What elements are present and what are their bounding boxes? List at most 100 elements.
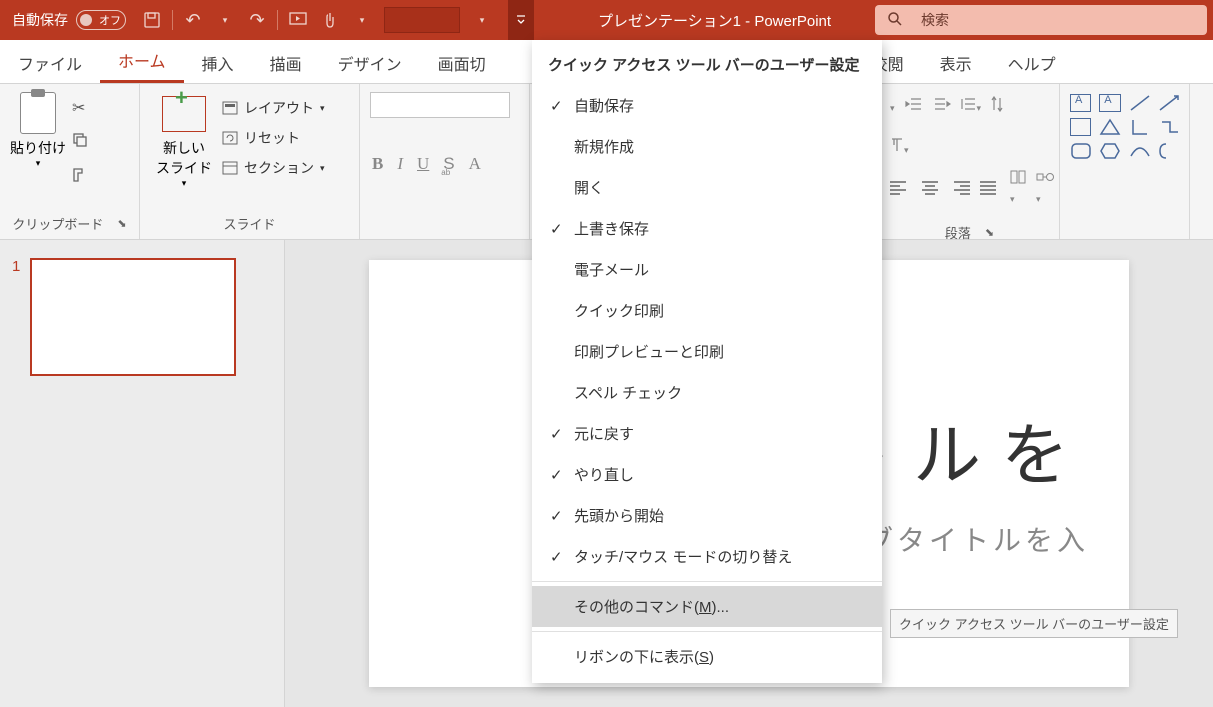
shape-rounded-icon[interactable] — [1070, 142, 1091, 160]
undo-icon[interactable]: ↶ — [177, 4, 209, 36]
menu-item-label: 自動保存 — [574, 95, 634, 116]
align-right-icon[interactable] — [950, 181, 970, 197]
menu-item-label: 電子メール — [574, 259, 649, 280]
tab-insert[interactable]: 挿入 — [184, 41, 252, 83]
menu-item-label: やり直し — [574, 464, 634, 485]
section-button[interactable]: セクション▾ — [222, 158, 325, 178]
menu-item-label: タッチ/マウス モードの切り替え — [574, 546, 792, 567]
qa-combo[interactable] — [384, 7, 460, 33]
align-left-icon[interactable] — [890, 181, 910, 197]
autosave-label: 自動保存 — [0, 10, 76, 30]
menu-item-10[interactable]: ✓先頭から開始 — [532, 495, 882, 536]
clipboard-icon — [20, 92, 56, 134]
smartart-icon[interactable]: ▾ — [1036, 170, 1054, 207]
menu-more-commands[interactable]: その他のコマンド(M)... — [532, 586, 882, 627]
menu-item-label: クイック印刷 — [574, 300, 664, 321]
shape-hexagon-icon[interactable] — [1099, 142, 1120, 160]
slideshow-start-icon[interactable] — [282, 4, 314, 36]
cut-icon[interactable]: ✂ — [72, 98, 90, 118]
columns-icon[interactable]: ▾ — [1010, 170, 1026, 207]
menu-item-6[interactable]: 印刷プレビューと印刷 — [532, 331, 882, 372]
tab-draw[interactable]: 描画 — [252, 41, 320, 83]
check-icon: ✓ — [550, 97, 574, 115]
menu-item-9[interactable]: ✓やり直し — [532, 454, 882, 495]
shape-textbox2-icon[interactable]: A — [1099, 94, 1120, 112]
document-title: プレゼンテーション1 - PowerPoint — [534, 10, 875, 31]
menu-item-4[interactable]: 電子メール — [532, 249, 882, 290]
text-effects-button[interactable]: A — [469, 154, 481, 174]
clipboard-expand-icon[interactable]: ⬊ — [117, 217, 126, 230]
shape-arrow-line-icon[interactable] — [1158, 94, 1179, 112]
text-direction-icon[interactable]: ▾ — [890, 137, 909, 158]
search-input[interactable]: 検索 — [875, 5, 1207, 35]
new-slide-button[interactable]: 新しい スライド ▾ — [150, 92, 218, 210]
copy-icon[interactable] — [72, 132, 90, 153]
touch-mode-icon[interactable] — [314, 4, 346, 36]
check-icon: ✓ — [550, 548, 574, 566]
strike-button[interactable]: Sab — [443, 154, 454, 174]
line-spacing-icon[interactable]: ▾ — [961, 97, 982, 116]
customize-qa-dropdown-icon[interactable] — [508, 0, 534, 40]
italic-button[interactable]: I — [397, 154, 403, 174]
tab-home[interactable]: ホーム — [100, 38, 184, 83]
menu-item-11[interactable]: ✓タッチ/マウス モードの切り替え — [532, 536, 882, 577]
menu-item-1[interactable]: 新規作成 — [532, 126, 882, 167]
check-icon: ✓ — [550, 466, 574, 484]
check-icon: ✓ — [550, 425, 574, 443]
shape-l-icon[interactable] — [1129, 118, 1150, 136]
autosave-toggle[interactable]: オフ — [76, 10, 126, 30]
menu-item-7[interactable]: スペル チェック — [532, 372, 882, 413]
indent-increase-icon[interactable] — [933, 97, 951, 116]
save-icon[interactable] — [136, 4, 168, 36]
shape-connector-icon[interactable] — [1158, 118, 1179, 136]
underline-button[interactable]: U — [417, 154, 429, 174]
tab-design[interactable]: デザイン — [320, 41, 420, 83]
font-family-select[interactable] — [370, 92, 510, 118]
title-bar: 自動保存 オフ ↶ ▾ ↷ ▾ ▾ プレゼンテーション1 - PowerPoin… — [0, 0, 1213, 40]
touch-mode-dropdown-icon[interactable]: ▾ — [346, 4, 378, 36]
redo-icon[interactable]: ↷ — [241, 4, 273, 36]
thumbnails-panel[interactable]: 1 — [0, 240, 285, 707]
bullet-dropdown-icon[interactable]: ▾ — [890, 98, 895, 116]
tab-view[interactable]: 表示 — [922, 41, 990, 83]
menu-show-below-ribbon[interactable]: リボンの下に表示(S) — [532, 636, 882, 677]
paragraph-expand-icon[interactable]: ⬊ — [985, 226, 994, 239]
tab-file[interactable]: ファイル — [0, 41, 100, 83]
thumbnail-1[interactable]: 1 — [12, 258, 272, 376]
tab-help[interactable]: ヘルプ — [990, 41, 1074, 83]
paste-button[interactable]: 貼り付け ▾ — [10, 92, 66, 210]
shape-textbox-icon[interactable]: A — [1070, 94, 1091, 112]
menu-title: クイック アクセス ツール バーのユーザー設定 — [532, 40, 882, 85]
thumbnail-preview — [30, 258, 236, 376]
new-slide-icon — [162, 96, 206, 132]
align-center-icon[interactable] — [920, 181, 940, 197]
shape-triangle-icon[interactable] — [1099, 118, 1120, 136]
menu-item-label: スペル チェック — [574, 382, 682, 403]
bold-button[interactable]: B — [372, 154, 383, 174]
menu-item-2[interactable]: 開く — [532, 167, 882, 208]
menu-item-0[interactable]: ✓自動保存 — [532, 85, 882, 126]
format-painter-icon[interactable] — [72, 167, 90, 188]
sort-icon[interactable] — [991, 96, 1003, 117]
tooltip: クイック アクセス ツール バーのユーザー設定 — [890, 609, 1178, 638]
align-justify-icon[interactable] — [980, 181, 1000, 197]
check-icon: ✓ — [550, 507, 574, 525]
layout-button[interactable]: レイアウト▾ — [222, 98, 325, 118]
indent-decrease-icon[interactable] — [905, 97, 923, 116]
shape-rect-icon[interactable] — [1070, 118, 1091, 136]
menu-item-8[interactable]: ✓元に戻す — [532, 413, 882, 454]
menu-item-5[interactable]: クイック印刷 — [532, 290, 882, 331]
shape-curve-icon[interactable] — [1129, 142, 1150, 160]
qa-combo-dropdown-icon[interactable]: ▾ — [466, 4, 498, 36]
shape-line-icon[interactable] — [1129, 94, 1150, 112]
shape-bracket-icon[interactable] — [1158, 142, 1179, 160]
search-placeholder: 検索 — [921, 10, 949, 30]
check-icon: ✓ — [550, 220, 574, 238]
reset-button[interactable]: リセット — [222, 128, 325, 148]
menu-item-3[interactable]: ✓上書き保存 — [532, 208, 882, 249]
menu-item-label: 新規作成 — [574, 136, 634, 157]
thumbnail-number: 1 — [12, 258, 20, 376]
undo-dropdown-icon[interactable]: ▾ — [209, 4, 241, 36]
qa-customize-menu: クイック アクセス ツール バーのユーザー設定 ✓自動保存新規作成開く✓上書き保… — [532, 40, 882, 683]
tab-transitions[interactable]: 画面切 — [420, 41, 504, 83]
